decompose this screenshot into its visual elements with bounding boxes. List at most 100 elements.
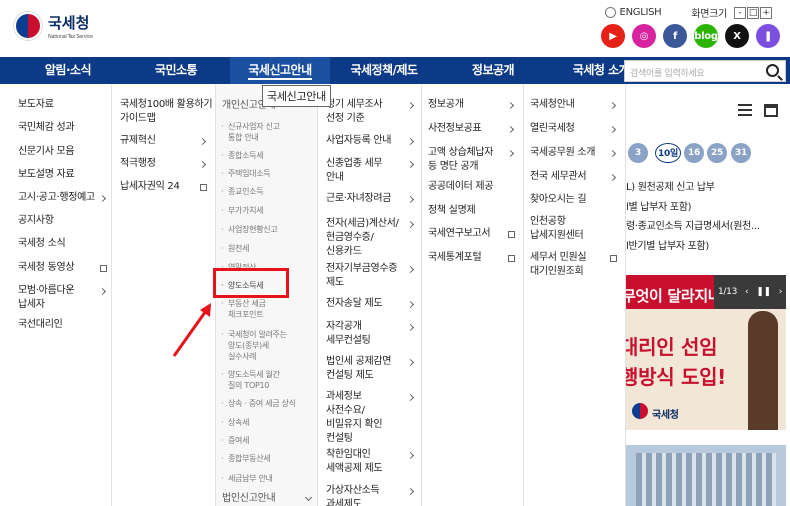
menu-link[interactable]: 신종업종 세무 안내	[326, 157, 408, 185]
kakao-icon[interactable]: ❚	[756, 24, 780, 48]
submenu-link[interactable]: 신규사업자 신고 통합 안내	[221, 121, 314, 143]
menu-link[interactable]: 인천공항 납세지원센터	[530, 215, 616, 243]
menu-link[interactable]: 열린국세청	[530, 122, 616, 136]
menu-link[interactable]: 공지사항	[18, 214, 110, 228]
banner-text-mid: 대리인 선임	[626, 335, 718, 359]
submenu-link[interactable]: 양도소득세 월간 질의 TOP10	[221, 369, 314, 391]
building-image[interactable]	[626, 445, 786, 506]
submenu-link[interactable]: 부동산 세금 체크포인트	[221, 298, 314, 320]
list-view-icon[interactable]	[738, 104, 752, 116]
menu-link[interactable]: 고시·공고·행정예고	[18, 191, 110, 205]
menu-link[interactable]: 사업자등록 안내	[326, 134, 408, 148]
menu-link[interactable]: 전국 세무관서	[530, 170, 616, 184]
menu-link[interactable]: 전자기부금영수증 제도	[326, 262, 408, 290]
nav-item-label: 알림·소식	[44, 63, 92, 77]
menu-link[interactable]: 법인세 공제감면 컨설팅 제도	[326, 355, 408, 383]
menu-link[interactable]: 국세통계포털	[428, 251, 514, 265]
date-10일[interactable]: 10일	[655, 143, 681, 163]
menu-link[interactable]: 전자송달 제도	[326, 297, 408, 311]
menu-link[interactable]: 국세공무원 소개	[530, 146, 616, 160]
menu-link[interactable]: 국세청100배 활용하기 가이드맵	[120, 98, 214, 126]
menu-link[interactable]: 국민체감 성과	[18, 121, 110, 135]
external-link-icon	[610, 255, 617, 262]
menu-link[interactable]: 사전정보공표	[428, 122, 514, 136]
menu-link[interactable]: 근로·자녀장려금	[326, 192, 408, 206]
banner-next-icon[interactable]: ›	[779, 287, 783, 297]
zoom-in-button[interactable]: +	[760, 6, 772, 19]
red-arrow-icon	[172, 303, 211, 357]
x-icon[interactable]: X	[725, 24, 749, 48]
submenu-link[interactable]: 원천세	[221, 243, 314, 254]
menu-link[interactable]: 보도자료	[18, 98, 110, 112]
schedule-item[interactable]: l별 납부자 포함)	[626, 198, 790, 213]
submenu-header-corporate[interactable]: 법인신고안내	[222, 492, 276, 506]
nav-item-5[interactable]: 정보공개	[438, 57, 548, 84]
menu-link[interactable]: 착한임대인 세액공제 제도	[326, 448, 408, 476]
nav-item-label: 국민소통	[154, 63, 198, 77]
chevron-right-icon	[406, 300, 415, 309]
menu-link[interactable]: 자각공개 세무컨설팅	[326, 320, 408, 348]
blog-icon[interactable]: blog	[694, 24, 718, 48]
menu-link[interactable]: 보도설명 자료	[18, 168, 110, 182]
menu-link[interactable]: 정보공개	[428, 98, 514, 112]
site-logo[interactable]: 국세청 National Tax Service	[14, 12, 93, 40]
submenu-link[interactable]: 주택임대소득	[221, 168, 314, 179]
calendar-icon[interactable]	[764, 104, 778, 117]
submenu-link[interactable]: 세금납부 안내	[221, 473, 314, 484]
menu-link[interactable]: 국세청 동영상	[18, 261, 110, 275]
submenu-link[interactable]: 부가가치세	[221, 205, 314, 216]
date-3[interactable]: 3	[628, 143, 648, 163]
nav-item-label: 국세신고안내	[248, 63, 312, 80]
zoom-reset-button[interactable]: □	[747, 6, 759, 19]
date-31[interactable]: 31	[731, 143, 751, 163]
external-link-icon	[508, 255, 515, 262]
nav-item-4[interactable]: 국세정책/제도	[330, 57, 438, 84]
schedule-item[interactable]: L) 원천공제 신고 납부	[626, 178, 790, 193]
menu-link[interactable]: 정기 세무조사 선정 기준	[326, 98, 408, 126]
youtube-icon[interactable]: ▶	[601, 24, 625, 48]
submenu-link[interactable]: 종합소득세	[221, 150, 314, 161]
instagram-icon[interactable]: ◎	[632, 24, 656, 48]
external-link-icon	[200, 184, 207, 191]
nav-item-1[interactable]: 알림·소식	[14, 57, 122, 84]
search-icon[interactable]	[766, 64, 779, 77]
facebook-icon[interactable]: f	[663, 24, 687, 48]
submenu-link[interactable]: 증여세	[221, 435, 314, 446]
menu-link[interactable]: 국세청 소식	[18, 237, 110, 251]
date-16[interactable]: 16	[684, 143, 704, 163]
menu-link[interactable]: 세무서 민원실 대기인원조회	[530, 251, 616, 279]
zoom-out-button[interactable]: -	[734, 6, 746, 19]
menu-link[interactable]: 고액 상습체납자 등 명단 공개	[428, 146, 514, 174]
menu-link[interactable]: 정책 실명제	[428, 204, 514, 218]
menu-link[interactable]: 과세정보 사전수요/ 비밀유지 확인 컨설팅	[326, 390, 408, 446]
submenu-link[interactable]: 상속세	[221, 417, 314, 428]
menu-link[interactable]: 가상자산소득 과세제도	[326, 484, 408, 506]
schedule-item[interactable]: l반기별 납부자 포함)	[626, 237, 790, 252]
globe-icon	[604, 7, 616, 18]
nav-item-3[interactable]: 국세신고안내	[230, 57, 330, 84]
search-box[interactable]: 검색어를 입력하세요	[624, 60, 786, 82]
nav-item-2[interactable]: 국민소통	[122, 57, 230, 84]
banner-pause-icon[interactable]: ❚❚	[756, 287, 771, 297]
promo-banner[interactable]: 무엇이 달라지나 1/13 ‹ ❚❚ › 대리인 선임 행방식 도입! 국세청	[626, 275, 786, 430]
menu-link[interactable]: 찾아오시는 길	[530, 193, 616, 207]
submenu-link[interactable]: 국세청이 알려주는 양도(종부)세 실수사례	[221, 329, 314, 362]
banner-emblem-icon	[632, 403, 648, 419]
menu-link[interactable]: 모범·아름다운 납세자	[18, 284, 110, 312]
submenu-link[interactable]: 종교인소득	[221, 186, 314, 197]
submenu-link[interactable]: 사업장현황신고	[221, 224, 314, 235]
chevron-right-icon	[406, 265, 415, 274]
menu-link[interactable]: 국세청안내	[530, 98, 616, 112]
submenu-link[interactable]: 종합부동산세	[221, 453, 314, 464]
menu-link[interactable]: 전자(세금)계산서/ 현금영수증/ 신용카드	[326, 217, 408, 259]
menu-link[interactable]: 신문기사 모음	[18, 145, 110, 159]
banner-prev-icon[interactable]: ‹	[745, 287, 749, 297]
menu-link[interactable]: 국세연구보고서	[428, 227, 514, 241]
submenu-link[interactable]: 상속 · 증여 세금 상식	[221, 398, 314, 409]
schedule-item[interactable]: 령·종교인소득 지급명세서(원천...	[626, 217, 790, 232]
english-link[interactable]: ENGLISH	[620, 7, 662, 18]
search-input[interactable]: 검색어를 입력하세요	[630, 66, 705, 79]
menu-link[interactable]: 국선대리인	[18, 318, 110, 332]
date-25[interactable]: 25	[707, 143, 727, 163]
menu-link[interactable]: 공공데이터 제공	[428, 180, 514, 194]
